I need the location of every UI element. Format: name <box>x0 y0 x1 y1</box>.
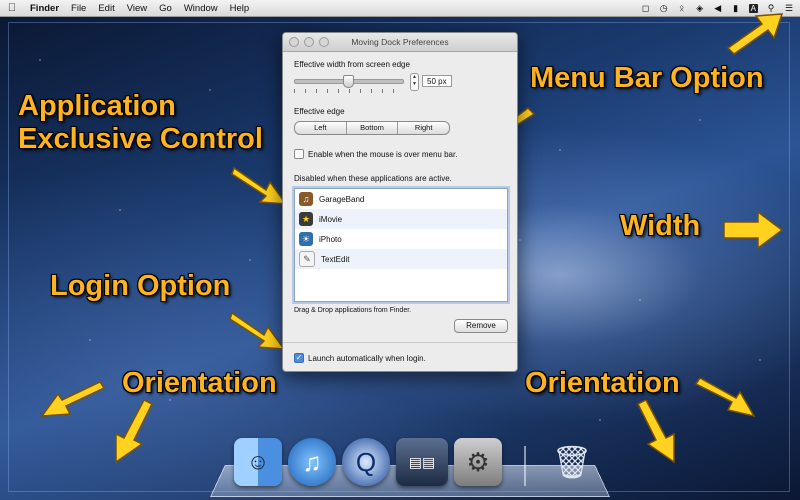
menu-finder[interactable]: Finder <box>24 3 65 14</box>
callout-application-line1: Application <box>18 90 176 122</box>
slider-knob[interactable] <box>343 75 354 88</box>
list-item[interactable]: ♫ GarageBand <box>295 189 507 209</box>
callout-application-control: Application Exclusive Control <box>18 90 263 157</box>
drag-hint: Drag & Drop applications from Finder. <box>294 307 412 314</box>
disabled-apps-label: Disabled when these applications are act… <box>294 174 452 183</box>
app-name: GarageBand <box>319 194 365 204</box>
arrow-icon <box>40 382 106 417</box>
arrow-icon <box>229 311 286 350</box>
width-value-field[interactable]: 50 px <box>422 75 452 87</box>
menu-bar-checkbox-label: Enable when the mouse is over menu bar. <box>308 149 458 159</box>
width-slider[interactable] <box>294 75 404 88</box>
launch-checkbox-label: Launch automatically when login. <box>308 353 426 363</box>
list-item[interactable]: ★ iMovie <box>295 209 507 229</box>
time-machine-icon[interactable]: ◻ <box>641 3 651 14</box>
mission-control-icon[interactable]: ▤▤ <box>396 438 448 486</box>
app-name: iMovie <box>319 214 343 224</box>
width-stepper[interactable]: ▲ ▼ <box>410 73 419 91</box>
bluetooth-icon[interactable]: ᛟ <box>677 3 687 13</box>
callout-login-option: Login Option <box>50 270 231 302</box>
slider-ticks <box>294 89 404 93</box>
menu-window[interactable]: Window <box>178 3 224 14</box>
trash-icon[interactable]: 🗑 <box>548 438 596 486</box>
app-name: TextEdit <box>321 254 350 264</box>
app-name: iPhoto <box>319 234 342 244</box>
launch-option[interactable]: ✓ Launch automatically when login. <box>294 353 426 363</box>
menu-bar:  Finder File Edit View Go Window Help ◻… <box>0 0 800 17</box>
arrow-icon <box>636 400 675 464</box>
list-item[interactable]: ☀ iPhoto <box>295 229 507 249</box>
remove-button[interactable]: Remove <box>454 319 508 333</box>
menu-bar-checkbox[interactable] <box>294 149 304 159</box>
width-label: Effective width from screen edge <box>294 60 410 69</box>
apple-logo-icon[interactable]:  <box>0 2 24 14</box>
clock-icon[interactable]: ◷ <box>659 3 669 14</box>
imovie-icon: ★ <box>299 212 313 226</box>
iphoto-icon: ☀ <box>299 232 313 246</box>
window-titlebar[interactable]: Moving Dock Preferences <box>283 33 517 52</box>
dock: ☺ ♫ Q ▤▤ ⚙ 🗑 <box>234 438 596 486</box>
callout-application-line2: Exclusive Control <box>18 123 263 156</box>
edge-bottom-segment[interactable]: Bottom <box>347 122 399 134</box>
list-item[interactable]: ✎ TextEdit <box>295 249 507 269</box>
arrow-icon <box>694 378 756 418</box>
quicktime-icon[interactable]: Q <box>342 438 390 486</box>
edge-segmented-control: Left Bottom Right <box>294 121 450 135</box>
edge-left-segment[interactable]: Left <box>295 122 347 134</box>
callout-menu-bar-option: Menu Bar Option <box>530 62 764 94</box>
launch-checkbox[interactable]: ✓ <box>294 353 304 363</box>
callout-width: Width <box>620 210 701 242</box>
preferences-window: Moving Dock Preferences Effective width … <box>282 32 518 372</box>
system-preferences-icon[interactable]: ⚙ <box>454 438 502 486</box>
callout-orientation-left: Orientation <box>122 367 277 399</box>
menu-edit[interactable]: Edit <box>92 3 120 14</box>
divider <box>283 342 517 343</box>
arrow-icon <box>723 210 784 250</box>
garageband-icon: ♫ <box>299 192 313 206</box>
wifi-icon[interactable]: ◈ <box>695 3 705 14</box>
textedit-icon: ✎ <box>299 251 315 267</box>
itunes-icon[interactable]: ♫ <box>288 438 336 486</box>
window-title: Moving Dock Preferences <box>351 37 449 47</box>
disabled-apps-list: ♫ GarageBand ★ iMovie ☀ iPhoto ✎ TextEdi… <box>294 188 508 302</box>
callout-orientation-right: Orientation <box>525 367 680 399</box>
menu-go[interactable]: Go <box>153 3 178 14</box>
menu-bar-option[interactable]: Enable when the mouse is over menu bar. <box>294 149 457 159</box>
arrow-icon <box>726 13 784 55</box>
arrow-icon <box>231 166 288 205</box>
menu-view[interactable]: View <box>121 3 153 14</box>
edge-label: Effective edge <box>294 107 345 116</box>
dock-separator <box>524 446 526 486</box>
edge-right-segment[interactable]: Right <box>398 122 449 134</box>
menu-help[interactable]: Help <box>224 3 256 14</box>
finder-icon[interactable]: ☺ <box>234 438 282 486</box>
menu-file[interactable]: File <box>65 3 92 14</box>
arrow-icon <box>115 400 154 464</box>
